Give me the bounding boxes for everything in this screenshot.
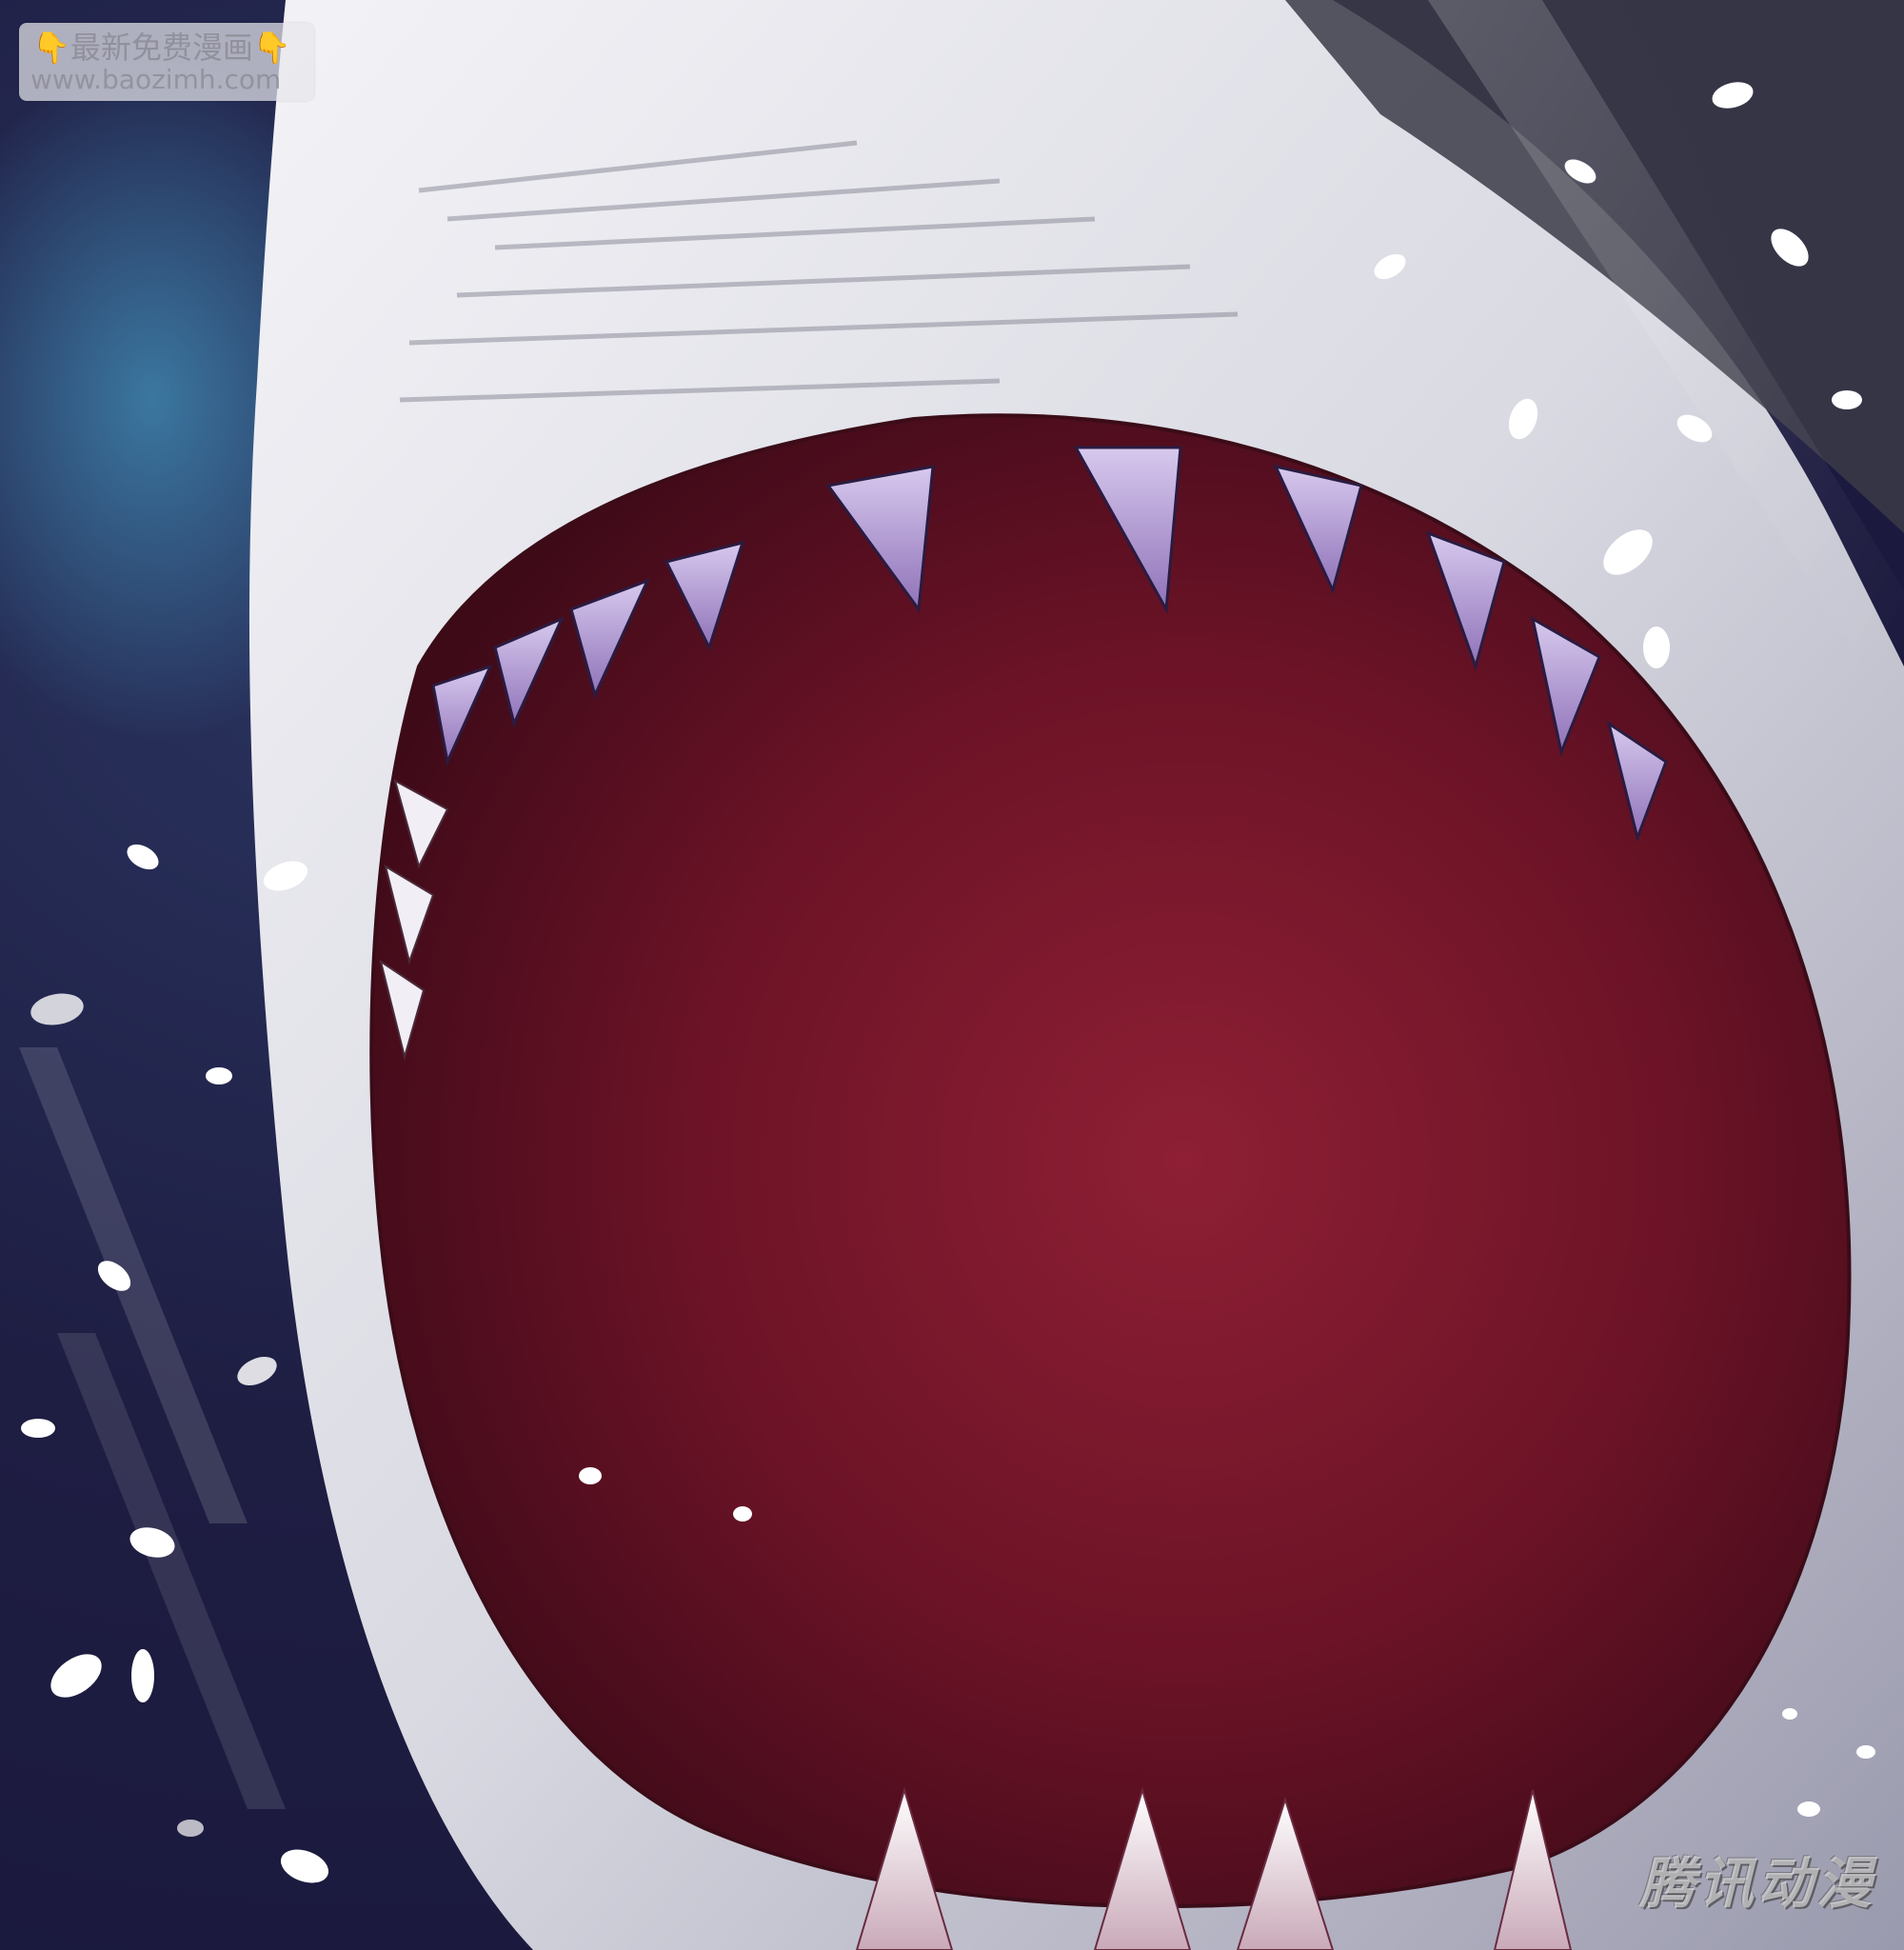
- watermark-top-url: www.baozimh.com: [30, 64, 282, 95]
- watermark-top: 👇最新免费漫画👇 www.baozimh.com: [19, 23, 314, 101]
- watermark-bottom: 腾讯动漫: [1638, 1851, 1875, 1916]
- comic-panel: 👇最新免费漫画👇 www.baozimh.com 腾讯动漫: [0, 0, 1904, 1950]
- watermark-top-title: 👇最新免费漫画👇: [32, 29, 291, 67]
- pointing-down-icon: 👇: [252, 30, 291, 66]
- pointing-down-icon: 👇: [32, 30, 70, 66]
- watermark-top-text: 最新免费漫画: [69, 30, 253, 66]
- shark-jaws-illustration: [0, 0, 1904, 1950]
